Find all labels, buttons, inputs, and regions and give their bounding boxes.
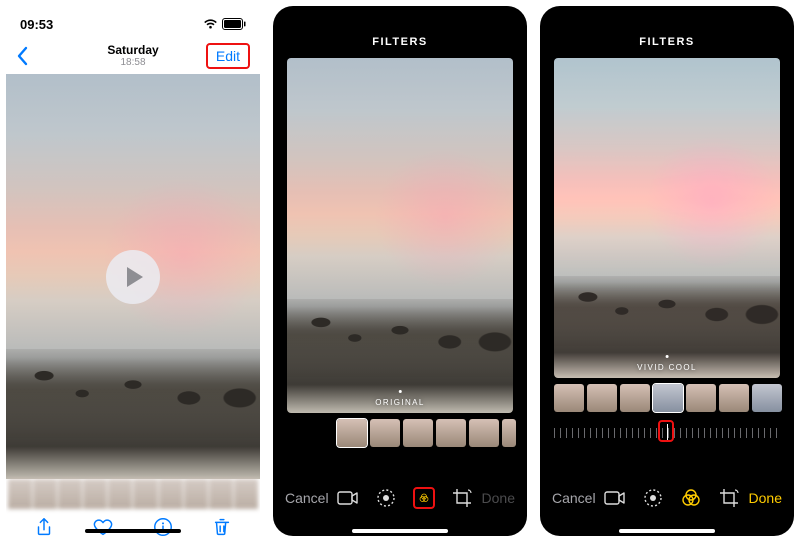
nav-bar: Saturday 18:58 Edit	[6, 38, 260, 74]
filters-icon[interactable]	[680, 487, 702, 509]
filter-thumb[interactable]	[719, 384, 749, 412]
filters-icon[interactable]	[413, 487, 435, 509]
play-icon	[127, 267, 143, 287]
share-button[interactable]	[33, 516, 55, 536]
editor-tab-label: FILTERS	[273, 6, 527, 58]
wifi-icon	[203, 18, 218, 30]
phone-screen-photos: 09:53 Saturday 18:58 Edit CINEMATIC	[6, 6, 260, 536]
done-button[interactable]: Done	[749, 490, 782, 506]
video-icon[interactable]	[604, 487, 626, 509]
adjust-icon[interactable]	[642, 487, 664, 509]
battery-icon	[222, 18, 246, 30]
play-button[interactable]	[106, 250, 160, 304]
video-icon[interactable]	[337, 487, 359, 509]
back-button[interactable]	[16, 46, 36, 66]
editor-mode-icons	[337, 487, 473, 509]
nav-title-time: 18:58	[107, 57, 158, 69]
adjust-icon[interactable]	[375, 487, 397, 509]
filter-thumb[interactable]	[502, 419, 516, 447]
filter-thumb[interactable]	[469, 419, 499, 447]
scrubber-thumbnails[interactable]	[6, 479, 260, 509]
info-button[interactable]	[152, 516, 174, 536]
intensity-slider[interactable]	[554, 418, 780, 446]
photo-preview[interactable]	[6, 74, 260, 479]
filter-thumb-original[interactable]	[337, 419, 367, 447]
filter-thumb[interactable]	[587, 384, 617, 412]
nav-title: Saturday 18:58	[107, 43, 158, 69]
editor-toolbar: Cancel Done	[273, 476, 527, 520]
filter-thumb[interactable]	[752, 384, 782, 412]
filter-thumb[interactable]	[403, 419, 433, 447]
favorite-button[interactable]	[92, 516, 114, 536]
editor-canvas[interactable]: VIVID COOL	[554, 58, 780, 378]
current-filter-label: ORIGINAL	[375, 398, 424, 407]
current-filter-label: VIVID COOL	[637, 363, 697, 372]
editor-mode-icons	[604, 487, 740, 509]
filter-thumb[interactable]	[620, 384, 650, 412]
filter-thumb[interactable]	[686, 384, 716, 412]
filter-thumb[interactable]	[554, 384, 584, 412]
filter-thumb[interactable]	[370, 419, 400, 447]
home-indicator[interactable]	[619, 529, 715, 533]
editor-canvas[interactable]: ORIGINAL	[287, 58, 513, 413]
edit-button[interactable]: Edit	[206, 43, 250, 69]
home-indicator[interactable]	[85, 529, 181, 533]
filter-thumbnails[interactable]	[540, 378, 794, 414]
phone-screen-editor-vividcool: FILTERS VIVID COOL Cancel	[540, 6, 794, 536]
crop-icon[interactable]	[718, 487, 740, 509]
done-button[interactable]: Done	[482, 490, 515, 506]
slider-thumb[interactable]	[658, 420, 674, 442]
delete-button[interactable]	[211, 516, 233, 536]
filter-thumbnails[interactable]	[273, 413, 527, 449]
editor-toolbar: Cancel Done	[540, 476, 794, 520]
filter-thumb-vivid-cool[interactable]	[653, 384, 683, 412]
editor-tab-label: FILTERS	[540, 6, 794, 58]
cancel-button[interactable]: Cancel	[552, 490, 596, 506]
filter-thumb[interactable]	[436, 419, 466, 447]
editor-preview	[287, 58, 513, 413]
status-icons	[203, 18, 246, 30]
phone-screen-editor-original: FILTERS ORIGINAL Cancel Done	[273, 6, 527, 536]
nav-title-day: Saturday	[107, 43, 158, 57]
crop-icon[interactable]	[451, 487, 473, 509]
home-indicator[interactable]	[352, 529, 448, 533]
editor-preview	[554, 58, 780, 378]
cancel-button[interactable]: Cancel	[285, 490, 329, 506]
status-bar: 09:53	[6, 6, 260, 38]
status-time: 09:53	[20, 17, 53, 32]
